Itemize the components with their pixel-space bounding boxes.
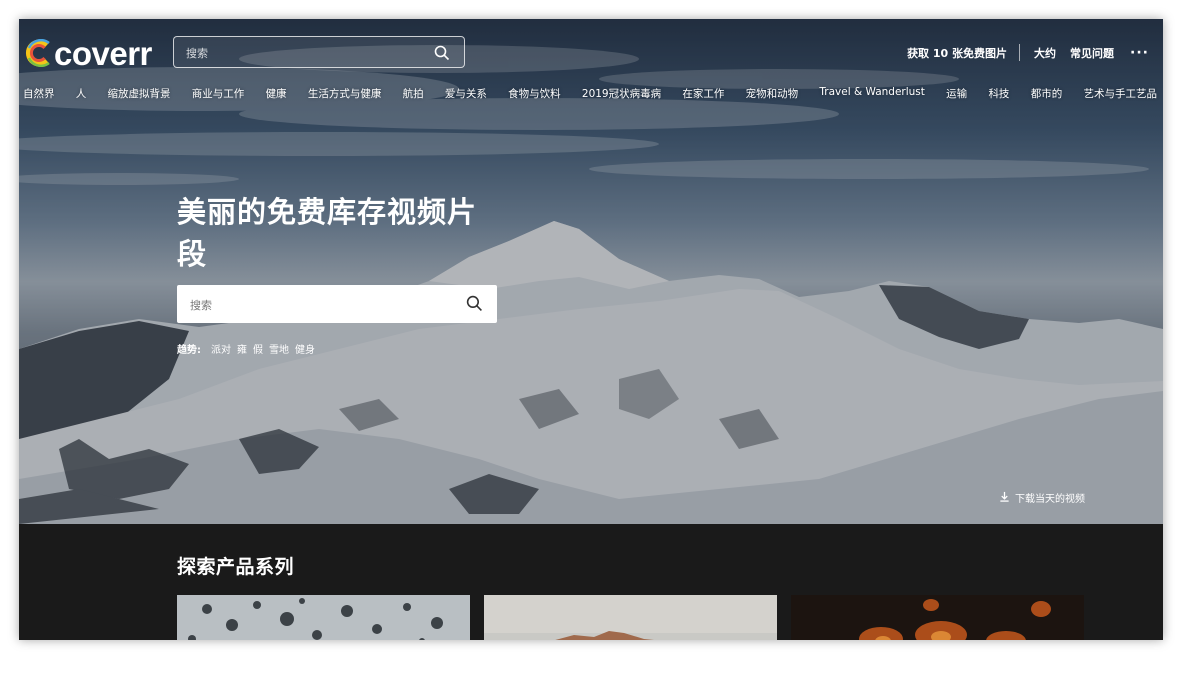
download-label: 下载当天的视频 xyxy=(1015,494,1085,505)
header-divider xyxy=(1019,44,1021,61)
header-search-input[interactable] xyxy=(184,43,428,63)
collection-thumbnail xyxy=(484,595,777,640)
category-nav: 自然界 人 缩放虚拟背景 商业与工作 健康 生活方式与健康 航拍 爱与关系 食物… xyxy=(19,86,1163,102)
category-travel[interactable]: Travel & Wanderlust xyxy=(819,86,924,102)
search-icon[interactable] xyxy=(466,295,483,316)
collection-card-snow-forest[interactable] xyxy=(177,595,470,640)
category-nature[interactable]: 自然界 xyxy=(23,86,55,102)
category-pets[interactable]: 宠物和动物 xyxy=(746,86,799,102)
search-icon[interactable] xyxy=(434,45,450,65)
category-love[interactable]: 爱与关系 xyxy=(445,86,487,102)
free-images-link[interactable]: 获取 10 张免费图片 xyxy=(907,45,1007,61)
category-work-from-home[interactable]: 在家工作 xyxy=(682,86,724,102)
collections-title: 探索产品系列 xyxy=(177,556,295,578)
more-menu-icon[interactable]: ··· xyxy=(1130,45,1149,61)
hero-section: coverr 获取 10 张免费图片 大约 常见问题 ··· 自然界 人 缩放虚… xyxy=(19,19,1163,524)
collection-thumbnail xyxy=(791,595,1084,640)
hero-search-input[interactable] xyxy=(188,295,452,315)
category-aerial[interactable]: 航拍 xyxy=(403,86,424,102)
category-health[interactable]: 健康 xyxy=(266,86,287,102)
category-lifestyle[interactable]: 生活方式与健康 xyxy=(308,86,382,102)
trending-label: 趋势: xyxy=(177,345,201,356)
download-video-of-day[interactable]: 下载当天的视频 xyxy=(999,490,1085,505)
trending-tag[interactable]: 雪地 xyxy=(269,341,289,356)
browser-viewport: coverr 获取 10 张免费图片 大约 常见问题 ··· 自然界 人 缩放虚… xyxy=(19,19,1163,640)
trending-tag[interactable]: 派对 xyxy=(211,341,231,356)
category-transport[interactable]: 运输 xyxy=(946,86,967,102)
collection-thumbnail xyxy=(177,595,470,640)
trending-tags: 趋势: 派对 雍 假 雪地 健身 xyxy=(177,341,315,356)
collection-card-fire[interactable] xyxy=(791,595,1084,640)
category-business[interactable]: 商业与工作 xyxy=(192,86,245,102)
category-zoom-backgrounds[interactable]: 缩放虚拟背景 xyxy=(108,86,171,102)
trending-tag[interactable]: 健身 xyxy=(295,341,315,356)
collection-card-desert[interactable] xyxy=(484,595,777,640)
logo-ring-icon xyxy=(25,38,53,68)
trending-tag[interactable]: 假 xyxy=(253,341,263,356)
category-tech[interactable]: 科技 xyxy=(988,86,1009,102)
coverr-logo[interactable]: coverr xyxy=(25,35,152,71)
hero-headline: 美丽的免费库存视频片段 xyxy=(177,195,478,271)
about-link[interactable]: 大约 xyxy=(1034,45,1056,61)
faq-link[interactable]: 常见问题 xyxy=(1070,45,1114,61)
category-arts[interactable]: 艺术与手工艺品 xyxy=(1083,86,1157,102)
category-food[interactable]: 食物与饮料 xyxy=(508,86,561,102)
header-search-box[interactable] xyxy=(173,36,465,68)
download-icon xyxy=(999,491,1010,505)
trending-tag[interactable]: 雍 xyxy=(237,341,247,356)
category-people[interactable]: 人 xyxy=(76,86,87,102)
category-urban[interactable]: 都市的 xyxy=(1031,86,1063,102)
category-covid[interactable]: 2019冠状病毒病 xyxy=(582,86,661,102)
header-nav: 获取 10 张免费图片 大约 常见问题 ··· xyxy=(893,44,1149,61)
hero-search-box[interactable] xyxy=(177,285,497,323)
logo-wordmark: coverr xyxy=(54,34,152,72)
